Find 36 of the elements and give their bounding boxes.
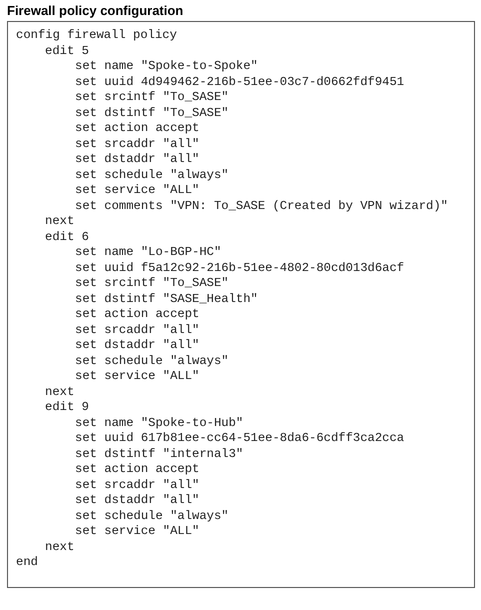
- code-line: set name "Spoke-to-Spoke": [75, 59, 258, 74]
- code-line: end: [16, 555, 38, 570]
- code-line: set schedule "always": [75, 508, 229, 524]
- code-line: edit 9: [45, 400, 89, 416]
- code-line: set action accept: [75, 307, 200, 322]
- code-line: set uuid 4d949462-216b-51ee-03c7-d0662fdf9451: [75, 74, 404, 90]
- code-line: set dstintf "internal3": [75, 446, 244, 462]
- code-line: set dstaddr "all": [75, 152, 200, 168]
- code-line: set service "ALL": [75, 183, 200, 198]
- code-line: set action accept: [75, 121, 200, 136]
- code-line: set schedule "always": [75, 168, 229, 183]
- code-line: set name "Lo-BGP-HC": [75, 245, 222, 260]
- code-line: set dstaddr "all": [75, 338, 200, 354]
- code-line: set action accept: [75, 462, 200, 478]
- code-line: next: [45, 214, 74, 230]
- code-line: config firewall policy: [16, 28, 177, 44]
- code-line: edit 6: [45, 230, 89, 245]
- code-line: edit 5: [45, 44, 89, 59]
- code-line: set service "ALL": [75, 369, 200, 384]
- code-line: set srcaddr "all": [75, 136, 200, 152]
- code-line: next: [45, 540, 74, 555]
- code-line: set dstintf "SASE_Health": [75, 292, 258, 307]
- code-line: set dstaddr "all": [75, 493, 200, 508]
- code-line: set srcintf "To_SASE": [75, 90, 229, 106]
- code-line: next: [45, 384, 74, 400]
- code-line: set uuid 617b81ee-cc64-51ee-8da6-6cdff3ca2cca: [75, 431, 404, 446]
- code-line: set comments "VPN: To_SASE (Created by VPN wizard)": [75, 198, 448, 214]
- code-line: set uuid f5a12c92-216b-51ee-4802-80cd013d6acf: [75, 260, 404, 276]
- panel-title: Firewall policy configuration: [7, 3, 184, 19]
- code-line: set srcaddr "all": [75, 478, 200, 493]
- code-line: set service "ALL": [75, 524, 200, 540]
- code-line: set srcintf "To_SASE": [75, 276, 229, 292]
- code-line: set name "Spoke-to-Hub": [75, 416, 244, 431]
- code-line: set dstintf "To_SASE": [75, 106, 229, 121]
- code-line: set srcaddr "all": [75, 322, 200, 338]
- code-line: set schedule "always": [75, 354, 229, 369]
